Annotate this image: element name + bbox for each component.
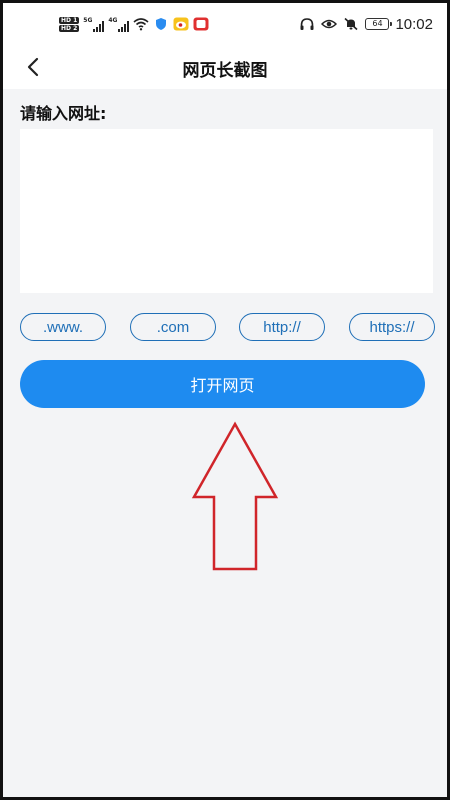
battery-indicator: 64 (365, 18, 393, 30)
chip-http[interactable]: http:// (239, 313, 325, 341)
arrow-up-icon (191, 421, 279, 571)
url-label: 请输入网址: (20, 104, 107, 123)
chip-com[interactable]: .com (130, 313, 216, 341)
url-shortcut-chips: .www. .com http:// https:// (20, 313, 435, 341)
signal-bars-icon (118, 20, 130, 32)
network-label-5g: 5G (83, 16, 93, 24)
status-right: 64 10:02 (299, 14, 433, 34)
mute-bell-icon (344, 17, 358, 31)
open-webpage-button[interactable]: 打开网页 (20, 360, 425, 408)
chip-www[interactable]: .www. (20, 313, 106, 341)
red-app-icon (193, 17, 209, 31)
signal-5g: 5G (83, 16, 105, 32)
hd-indicators: HD 1 HD 2 (59, 16, 80, 32)
hd-badge-2: HD 2 (59, 24, 80, 32)
url-input[interactable] (20, 129, 433, 293)
shield-app-icon (156, 18, 167, 30)
hd-badge-1: HD 1 (59, 16, 80, 24)
signal-4g: 4G (108, 16, 130, 32)
status-bar: HD 1 HD 2 5G 4G 64 10:02 (3, 3, 447, 45)
network-label-4g: 4G (108, 16, 118, 24)
eye-icon (321, 19, 338, 29)
status-time: 10:02 (395, 15, 433, 33)
page-title: 网页长截图 (182, 61, 268, 81)
weibo-app-icon (173, 17, 189, 31)
signal-bars-icon (93, 20, 105, 32)
app-frame: HD 1 HD 2 5G 4G 64 10:02 网页长截图 请输入网址: .w… (0, 0, 450, 800)
chip-https[interactable]: https:// (349, 313, 435, 341)
wifi-icon (133, 18, 150, 31)
headphones-icon (300, 18, 314, 30)
app-header: 网页长截图 (3, 45, 447, 89)
status-left: HD 1 HD 2 5G 4G (59, 13, 209, 35)
